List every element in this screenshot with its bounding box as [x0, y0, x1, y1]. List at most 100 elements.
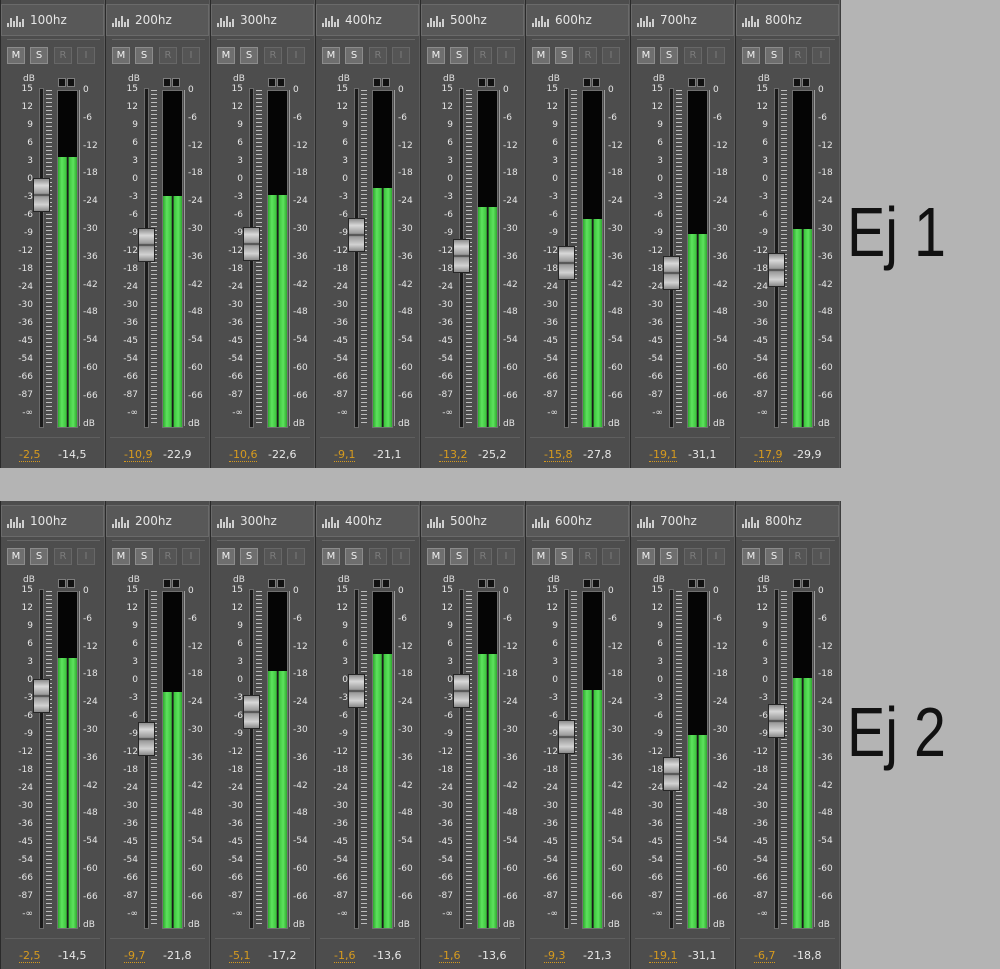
peak-indicator-right[interactable] [802, 579, 810, 588]
fader-handle[interactable] [243, 226, 260, 261]
track-header[interactable]: 400hz [316, 4, 419, 36]
fader-value-readout[interactable]: -2,5 [19, 949, 41, 963]
peak-indicator-right[interactable] [487, 579, 495, 588]
track-header[interactable]: 500hz [421, 4, 524, 36]
mute-button[interactable]: M [112, 47, 130, 64]
track-header[interactable]: 700hz [631, 505, 734, 537]
fader-handle[interactable] [138, 228, 155, 263]
peak-indicator-left[interactable] [163, 579, 171, 588]
peak-indicator-right[interactable] [172, 579, 180, 588]
fader-handle[interactable] [243, 694, 260, 729]
track-header[interactable]: 600hz [526, 4, 629, 36]
fader-handle[interactable] [348, 673, 365, 708]
fader-value-readout[interactable]: -17,9 [754, 448, 783, 462]
fader-track[interactable] [354, 88, 359, 428]
peak-indicator-right[interactable] [697, 78, 705, 87]
fader-handle[interactable] [768, 252, 785, 287]
fader-handle[interactable] [663, 256, 680, 291]
mute-button[interactable]: M [7, 47, 25, 64]
input-button[interactable]: I [287, 47, 305, 64]
read-button[interactable]: R [159, 47, 177, 64]
fader-handle[interactable] [453, 673, 470, 708]
peak-indicator-right[interactable] [382, 579, 390, 588]
track-header[interactable]: 700hz [631, 4, 734, 36]
read-button[interactable]: R [684, 47, 702, 64]
solo-button[interactable]: S [30, 548, 48, 565]
solo-button[interactable]: S [450, 548, 468, 565]
mute-button[interactable]: M [7, 548, 25, 565]
input-button[interactable]: I [497, 548, 515, 565]
peak-indicator-right[interactable] [277, 78, 285, 87]
fader-handle[interactable] [138, 722, 155, 757]
track-header[interactable]: 800hz [736, 4, 839, 36]
fader-track[interactable] [39, 88, 44, 428]
solo-button[interactable]: S [555, 47, 573, 64]
fader-track[interactable] [459, 589, 464, 929]
peak-indicator-left[interactable] [793, 579, 801, 588]
read-button[interactable]: R [789, 548, 807, 565]
fader-track[interactable] [144, 589, 149, 929]
solo-button[interactable]: S [660, 47, 678, 64]
peak-indicator-left[interactable] [583, 78, 591, 87]
peak-indicator-right[interactable] [277, 579, 285, 588]
peak-indicator-right[interactable] [592, 78, 600, 87]
fader-value-readout[interactable]: -1,6 [439, 949, 461, 963]
mute-button[interactable]: M [322, 548, 340, 565]
peak-indicator-left[interactable] [583, 579, 591, 588]
input-button[interactable]: I [707, 47, 725, 64]
solo-button[interactable]: S [240, 47, 258, 64]
solo-button[interactable]: S [765, 548, 783, 565]
mute-button[interactable]: M [217, 548, 235, 565]
track-header[interactable]: 300hz [211, 4, 314, 36]
fader-value-readout[interactable]: -19,1 [649, 448, 678, 462]
peak-indicator-right[interactable] [592, 579, 600, 588]
peak-indicator-left[interactable] [478, 78, 486, 87]
fader-track[interactable] [249, 589, 254, 929]
input-button[interactable]: I [812, 47, 830, 64]
peak-indicator-right[interactable] [67, 579, 75, 588]
track-header[interactable]: 100hz [1, 4, 104, 36]
track-header[interactable]: 400hz [316, 505, 419, 537]
fader-handle[interactable] [33, 178, 50, 212]
read-button[interactable]: R [54, 548, 72, 565]
peak-indicator-left[interactable] [58, 579, 66, 588]
track-header[interactable]: 200hz [106, 505, 209, 537]
read-button[interactable]: R [369, 47, 387, 64]
fader-value-readout[interactable]: -2,5 [19, 448, 41, 462]
fader-handle[interactable] [558, 719, 575, 754]
fader-handle[interactable] [768, 704, 785, 739]
fader-value-readout[interactable]: -10,9 [124, 448, 153, 462]
fader-value-readout[interactable]: -9,3 [544, 949, 566, 963]
read-button[interactable]: R [579, 47, 597, 64]
mute-button[interactable]: M [532, 548, 550, 565]
peak-indicator-left[interactable] [478, 579, 486, 588]
input-button[interactable]: I [182, 548, 200, 565]
peak-indicator-left[interactable] [793, 78, 801, 87]
fader-handle[interactable] [348, 217, 365, 252]
peak-indicator-right[interactable] [802, 78, 810, 87]
fader-value-readout[interactable]: -6,7 [754, 949, 776, 963]
input-button[interactable]: I [287, 548, 305, 565]
mute-button[interactable]: M [637, 47, 655, 64]
track-header[interactable]: 800hz [736, 505, 839, 537]
solo-button[interactable]: S [135, 47, 153, 64]
peak-indicator-right[interactable] [382, 78, 390, 87]
track-header[interactable]: 200hz [106, 4, 209, 36]
solo-button[interactable]: S [450, 47, 468, 64]
input-button[interactable]: I [497, 47, 515, 64]
track-header[interactable]: 600hz [526, 505, 629, 537]
read-button[interactable]: R [474, 548, 492, 565]
read-button[interactable]: R [264, 548, 282, 565]
read-button[interactable]: R [159, 548, 177, 565]
peak-indicator-right[interactable] [172, 78, 180, 87]
solo-button[interactable]: S [240, 548, 258, 565]
input-button[interactable]: I [812, 548, 830, 565]
fader-track[interactable] [564, 589, 569, 929]
fader-track[interactable] [39, 589, 44, 929]
fader-value-readout[interactable]: -9,1 [334, 448, 356, 462]
peak-indicator-right[interactable] [697, 579, 705, 588]
mute-button[interactable]: M [112, 548, 130, 565]
mute-button[interactable]: M [322, 47, 340, 64]
peak-indicator-left[interactable] [688, 579, 696, 588]
read-button[interactable]: R [579, 548, 597, 565]
